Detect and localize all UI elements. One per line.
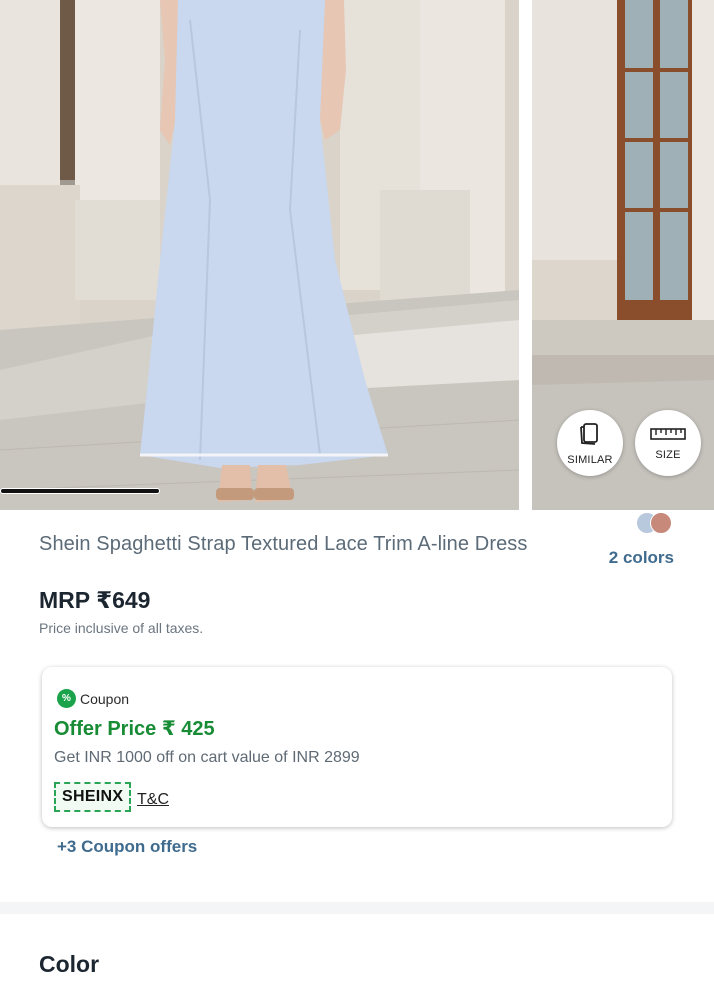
colors-count-link[interactable]: 2 colors bbox=[609, 548, 674, 568]
terms-link[interactable]: T&C bbox=[137, 791, 169, 809]
product-image-gallery[interactable]: SIMILAR SIZE bbox=[0, 0, 714, 510]
size-button[interactable]: SIZE bbox=[635, 410, 701, 476]
coupon-header: % Coupon bbox=[57, 689, 129, 708]
carousel-progress-fill bbox=[1, 489, 159, 493]
size-label: SIZE bbox=[655, 448, 681, 461]
ruler-icon bbox=[650, 426, 686, 445]
coupon-card[interactable]: % Coupon Offer Price ₹ 425 Get INR 1000 … bbox=[42, 667, 672, 827]
percent-badge-icon: % bbox=[57, 689, 76, 708]
coupon-code[interactable]: SHEINX bbox=[54, 782, 132, 812]
coupon-label: Coupon bbox=[80, 690, 130, 707]
color-swatches[interactable] bbox=[636, 512, 676, 534]
product-image-main[interactable] bbox=[0, 0, 519, 510]
dress-photo bbox=[0, 0, 519, 510]
carousel-progress-track bbox=[0, 488, 160, 494]
offer-price: Offer Price ₹ 425 bbox=[54, 718, 215, 740]
tax-note: Price inclusive of all taxes. bbox=[39, 620, 204, 636]
similar-label: SIMILAR bbox=[567, 453, 613, 466]
cards-icon bbox=[577, 421, 603, 450]
swatch-color-2[interactable] bbox=[650, 512, 672, 534]
section-divider bbox=[0, 902, 714, 914]
product-title: Shein Spaghetti Strap Textured Lace Trim… bbox=[39, 533, 528, 555]
offer-description: Get INR 1000 off on cart value of INR 28… bbox=[54, 749, 360, 766]
color-section-heading: Color bbox=[39, 951, 100, 977]
product-mrp: MRP ₹649 bbox=[39, 587, 151, 613]
similar-button[interactable]: SIMILAR bbox=[557, 410, 623, 476]
more-coupon-offers-link[interactable]: +3 Coupon offers bbox=[57, 837, 197, 857]
